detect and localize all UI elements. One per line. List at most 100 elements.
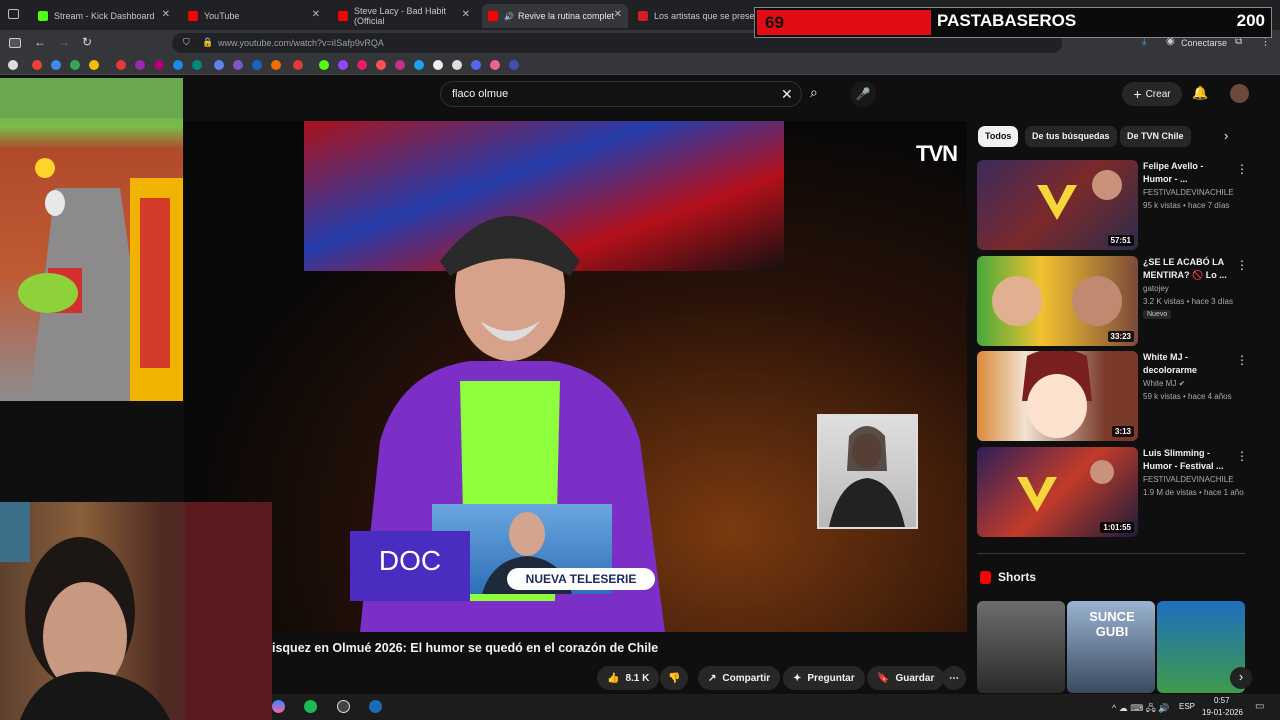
like-button[interactable]: 👍 8.1 K xyxy=(597,666,660,690)
bookmark-icon[interactable] xyxy=(154,60,164,70)
bookmark-icon[interactable] xyxy=(319,60,329,70)
forward-icon[interactable]: → xyxy=(58,35,70,49)
bookmark-icon[interactable] xyxy=(32,60,42,70)
speaker-icon[interactable]: 🔊 xyxy=(504,12,514,21)
bookmark-icon[interactable] xyxy=(51,60,61,70)
bookmark-icon[interactable] xyxy=(135,60,145,70)
more-vert-icon[interactable]: ⋮ xyxy=(1236,162,1248,176)
list-item[interactable]: 3:13 White MJ - decolorarme White MJ ✔ 5… xyxy=(977,351,1248,441)
share-button[interactable]: ↗ Compartir xyxy=(698,666,781,690)
reload-icon[interactable]: ↻ xyxy=(82,35,92,49)
tab-actions-icon[interactable] xyxy=(8,9,19,19)
tab-steve-lacy[interactable]: Steve Lacy - Bad Habit (Official ✕ xyxy=(332,4,476,28)
more-vert-icon[interactable]: ⋮ xyxy=(1236,449,1248,463)
rec-title[interactable]: Luis Slimming - Humor - Festival ... xyxy=(1143,447,1231,473)
more-vert-icon[interactable]: ⋮ xyxy=(1236,353,1248,367)
video-thumbnail[interactable]: 1:01:55 xyxy=(977,447,1138,537)
tab-youtube[interactable]: YouTube ✕ xyxy=(182,4,326,28)
tab-kick-dashboard[interactable]: Stream - Kick Dashboard ✕ xyxy=(32,4,176,28)
chip-de-tus-busquedas[interactable]: De tus búsquedas xyxy=(1025,126,1117,147)
rec-meta: 95 k vistas • hace 7 días xyxy=(1143,201,1230,210)
video-thumbnail[interactable]: 3:13 xyxy=(977,351,1138,441)
bookmark-icon[interactable] xyxy=(214,60,224,70)
list-item[interactable]: 57:51 Felipe Avello - Humor - ... FESTIV… xyxy=(977,160,1248,250)
list-item[interactable]: 1:01:55 Luis Slimming - Humor - Festival… xyxy=(977,447,1248,537)
bell-icon[interactable]: 🔔 xyxy=(1192,85,1208,101)
rec-channel[interactable]: gatojey xyxy=(1143,284,1169,293)
sidebar-toggle-icon[interactable] xyxy=(9,38,21,48)
rec-title[interactable]: White MJ - decolorarme xyxy=(1143,351,1231,377)
video-player[interactable]: TVN DOC NUEVA TELESERIE xyxy=(184,121,967,632)
video-thumbnail[interactable]: 57:51 xyxy=(977,160,1138,250)
steam-icon[interactable] xyxy=(369,700,382,713)
rec-title[interactable]: Felipe Avello - Humor - ... xyxy=(1143,160,1231,186)
dislike-button[interactable]: 👎 xyxy=(660,666,689,690)
thumbs-up-icon: 👍 xyxy=(607,672,620,684)
create-button[interactable]: + Crear xyxy=(1122,82,1182,106)
rec-title[interactable]: ¿SE LE ACABÓ LA MENTIRA? 🚫 Lo ... xyxy=(1143,256,1231,282)
clock-time[interactable]: 0:57 xyxy=(1214,696,1230,705)
shield-icon[interactable]: ⛉ xyxy=(183,37,190,48)
obs-icon[interactable] xyxy=(337,700,350,713)
bookmark-icon[interactable] xyxy=(70,60,80,70)
shorts-heading: Shorts xyxy=(998,570,1037,584)
bookmark-icon[interactable] xyxy=(395,60,405,70)
bookmark-icon[interactable] xyxy=(252,60,262,70)
bookmark-icon[interactable] xyxy=(271,60,281,70)
close-icon[interactable]: ✕ xyxy=(614,9,622,20)
clear-icon[interactable]: ✕ xyxy=(781,82,793,106)
bookmark-icon[interactable] xyxy=(490,60,500,70)
bookmark-icon[interactable] xyxy=(233,60,243,70)
chevron-right-icon[interactable]: › xyxy=(1224,128,1228,143)
save-label: Guardar xyxy=(895,672,935,684)
bookmark-icon[interactable] xyxy=(173,60,183,70)
search-icon[interactable]: ⌕ xyxy=(810,84,818,101)
bookmark-icon[interactable] xyxy=(293,60,303,70)
bookmark-icon[interactable] xyxy=(509,60,519,70)
mic-icon[interactable]: 🎤 xyxy=(850,81,876,107)
bookmark-icon[interactable] xyxy=(8,60,18,70)
short-thumbnail[interactable]: SUNCE GUBI xyxy=(1067,601,1155,693)
search-input[interactable]: flaco olmue ✕ xyxy=(440,81,802,107)
rec-channel[interactable]: White MJ ✔ xyxy=(1143,379,1185,388)
ask-button[interactable]: ✦ Preguntar xyxy=(783,666,865,690)
bookmark-icon[interactable] xyxy=(357,60,367,70)
close-icon[interactable]: ✕ xyxy=(162,9,170,20)
notification-icon[interactable]: ▭ xyxy=(1255,701,1264,712)
video-thumbnail[interactable]: 33:23 xyxy=(977,256,1138,346)
more-actions-button[interactable]: ⋯ xyxy=(942,666,966,690)
chevron-right-icon[interactable]: › xyxy=(1230,667,1252,689)
more-vert-icon[interactable]: ⋮ xyxy=(1236,258,1248,272)
bookmark-icon[interactable] xyxy=(192,60,202,70)
language-indicator[interactable]: ESP xyxy=(1179,702,1195,711)
close-icon[interactable]: ✕ xyxy=(312,9,320,20)
rec-channel[interactable]: FESTIVALDEVINACHILE xyxy=(1143,475,1234,484)
share-icon: ↗ xyxy=(708,672,717,684)
list-item[interactable]: 33:23 ¿SE LE ACABÓ LA MENTIRA? 🚫 Lo ... … xyxy=(977,256,1248,346)
close-icon[interactable]: ✕ xyxy=(462,9,470,20)
connect-label[interactable]: Conectarse xyxy=(1181,38,1227,48)
tab-label: Los artistas que se presentan xyxy=(654,11,756,21)
spotify-icon[interactable] xyxy=(304,700,317,713)
chip-todos[interactable]: Todos xyxy=(978,126,1019,147)
rec-channel[interactable]: FESTIVALDEVINACHILE xyxy=(1143,188,1234,197)
bookmark-icon[interactable] xyxy=(471,60,481,70)
bookmark-icon[interactable] xyxy=(338,60,348,70)
bookmark-icon[interactable] xyxy=(89,60,99,70)
avatar[interactable] xyxy=(1230,84,1249,103)
chip-de-tvn-chile[interactable]: De TVN Chile xyxy=(1120,126,1191,147)
short-thumbnail[interactable] xyxy=(977,601,1065,693)
tab-active-video[interactable]: 🔊 Revive la rutina completa d ✕ xyxy=(482,4,628,28)
back-icon[interactable]: ← xyxy=(34,35,46,49)
bookmark-icon[interactable] xyxy=(452,60,462,70)
bookmark-icon[interactable] xyxy=(116,60,126,70)
bookmark-icon[interactable] xyxy=(414,60,424,70)
bookmark-icon[interactable] xyxy=(376,60,386,70)
copilot-icon[interactable] xyxy=(272,700,285,713)
tray-icons[interactable]: ^ ☁ ⌨ 🖧 🔊 xyxy=(1112,701,1169,717)
save-button[interactable]: 🔖 Guardar xyxy=(867,666,945,690)
tab-artistas[interactable]: Los artistas que se presentan xyxy=(632,4,756,28)
bookmark-icon[interactable] xyxy=(433,60,443,70)
clock-date[interactable]: 19-01-2026 xyxy=(1202,708,1243,717)
lock-icon[interactable]: 🔒 xyxy=(202,37,213,48)
